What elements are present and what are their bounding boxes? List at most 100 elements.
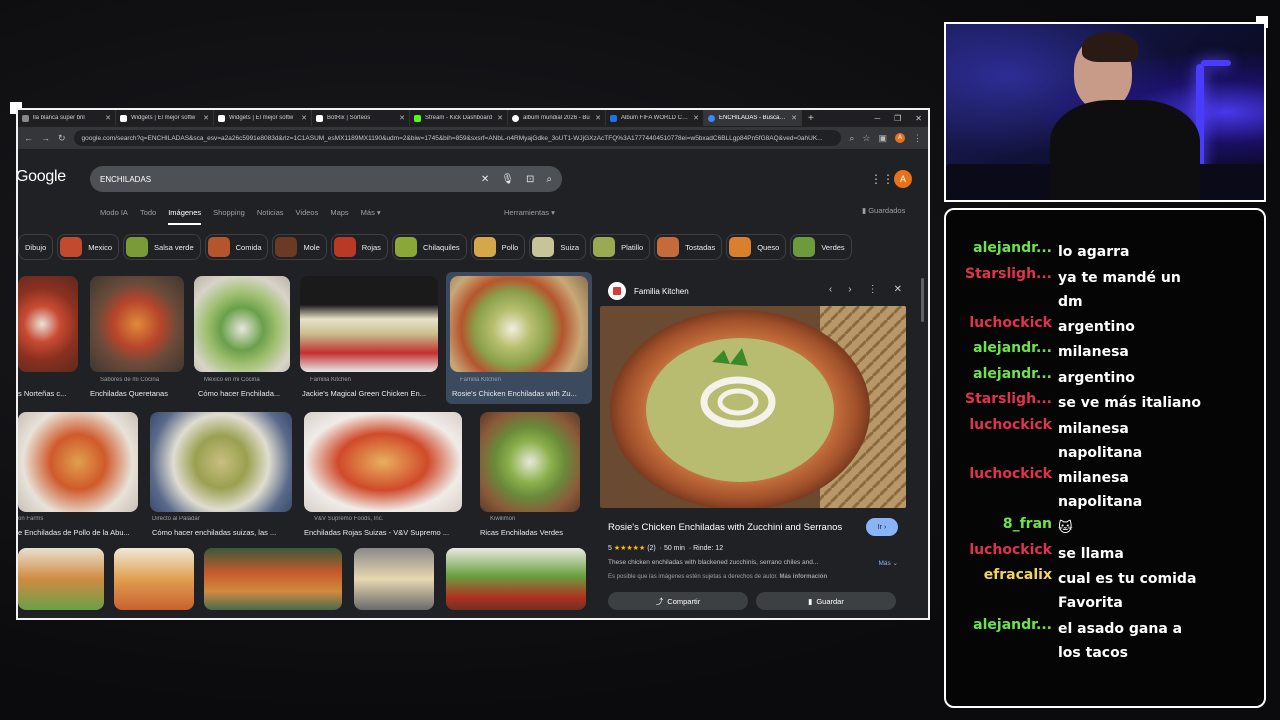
chat-username[interactable]: efracalix [946, 567, 1058, 615]
image-result[interactable] [194, 276, 290, 372]
result-title[interactable]: Ricas Enchiladas Verdes [480, 528, 580, 537]
tab-mas[interactable]: Más ▾ [361, 208, 381, 225]
chat-username[interactable]: alejandr... [946, 240, 1058, 264]
browser-tab[interactable]: Widgets | El mejor softw ✕ [116, 110, 214, 126]
close-icon[interactable]: ✕ [791, 114, 797, 122]
more-options-icon[interactable]: ⋮ [868, 284, 878, 295]
tools-button[interactable]: Herramientas ▾ [504, 208, 555, 217]
google-logo[interactable]: Google [18, 168, 66, 186]
close-icon[interactable]: ✕ [399, 114, 405, 122]
close-icon[interactable]: ✕ [497, 114, 503, 122]
apps-grid-icon[interactable]: ⋮⋮ [870, 172, 894, 186]
tab-modo-ia[interactable]: Modo IA [100, 208, 128, 225]
close-icon[interactable]: ✕ [595, 114, 601, 122]
result-title[interactable]: Cómo hacer enchiladas suizas, las ... [152, 528, 292, 537]
close-icon[interactable]: ✕ [894, 284, 902, 295]
result-title[interactable]: Rosie's Chicken Enchiladas with Zu... [452, 389, 588, 398]
browser-tab[interactable]: lla blanca super bril ✕ [18, 110, 116, 126]
image-result[interactable] [304, 412, 462, 512]
chip[interactable]: Pollo [470, 234, 526, 260]
extensions-icon[interactable]: ▣ [878, 133, 887, 144]
chip[interactable]: Dibujo [18, 234, 54, 260]
image-result[interactable] [90, 276, 184, 372]
more-info-link[interactable]: Más información [779, 574, 827, 580]
image-result[interactable] [446, 548, 586, 610]
image-result[interactable] [150, 412, 292, 512]
close-icon[interactable]: ✕ [105, 114, 111, 122]
more-link[interactable]: Más ⌄ [878, 559, 898, 567]
chat-username[interactable]: Starsligh... [946, 391, 1058, 415]
browser-tab-active[interactable]: ENCHILADAS - Buscar co ✕ [704, 110, 802, 126]
image-result[interactable] [18, 412, 138, 512]
chip[interactable]: Comida [204, 234, 269, 260]
chevron-right-icon[interactable]: › [848, 284, 851, 295]
search-icon[interactable]: ⌕ [546, 174, 552, 185]
result-title[interactable]: e Enchiladas de Pollo de la Abu... [18, 528, 140, 537]
close-window-icon[interactable]: ✕ [915, 114, 922, 123]
chevron-left-icon[interactable]: ‹ [829, 284, 832, 295]
panel-source[interactable]: Familia Kitchen [608, 282, 689, 300]
visit-button[interactable]: Ir › [866, 518, 898, 536]
browser-tab[interactable]: BotRix | Sorteos ✕ [312, 110, 410, 126]
result-title[interactable]: Enchiladas Rojas Suizas - V&V Supremo ..… [304, 528, 462, 537]
chip[interactable]: Mole [272, 234, 327, 260]
image-result[interactable] [204, 548, 342, 610]
image-result[interactable] [18, 548, 104, 610]
profile-avatar[interactable]: A [895, 133, 905, 143]
saved-button[interactable]: ▮ Guardados [862, 206, 905, 215]
close-icon[interactable]: ✕ [203, 114, 209, 122]
chip[interactable]: Platillo [590, 234, 651, 260]
tab-shopping[interactable]: Shopping [213, 208, 245, 225]
chip[interactable]: Mexico [57, 234, 120, 260]
chat-username[interactable]: alejandr... [946, 340, 1058, 364]
tab-videos[interactable]: Videos [296, 208, 319, 225]
browser-tab[interactable]: album mundial 2026 - Bu ✕ [508, 110, 606, 126]
chip[interactable]: Salsa verde [123, 234, 201, 260]
url-field[interactable]: google.com/search?q=ENCHILADAS&sca_esv=a… [73, 130, 842, 146]
tab-imagenes[interactable]: Imágenes [168, 208, 202, 225]
browser-tab[interactable]: Stream - Kick Dashboard ✕ [410, 110, 508, 126]
search-input[interactable]: ENCHILADAS [100, 175, 469, 184]
share-button[interactable]: ⤴ Compartir [608, 592, 748, 610]
clear-icon[interactable]: ✕ [481, 174, 489, 185]
chat-username[interactable]: Starsligh... [946, 266, 1058, 314]
chat-username[interactable]: alejandr... [946, 617, 1058, 665]
close-icon[interactable]: ✕ [301, 114, 307, 122]
chip[interactable]: Suiza [529, 234, 587, 260]
tab-todo[interactable]: Todo [140, 208, 156, 225]
image-result[interactable] [450, 276, 588, 372]
tab-noticias[interactable]: Noticias [257, 208, 284, 225]
close-icon[interactable]: ✕ [693, 114, 699, 122]
preview-image[interactable] [600, 306, 906, 508]
forward-icon[interactable]: → [41, 133, 50, 143]
browser-tab[interactable]: Album FIFA WORLD CUP ✕ [606, 110, 704, 126]
result-title[interactable]: Jackie's Magical Green Chicken En... [302, 389, 438, 398]
image-result[interactable] [300, 276, 438, 372]
zoom-icon[interactable]: ⌕ [849, 133, 854, 144]
minimize-icon[interactable]: ─ [874, 114, 880, 123]
browser-tab[interactable]: Widgets | El mejor softw ✕ [214, 110, 312, 126]
result-title[interactable]: Cómo hacer Enchilada... [198, 389, 294, 398]
image-result[interactable] [354, 548, 434, 610]
chip[interactable]: Tostadas [654, 234, 723, 260]
scrollbar-thumb[interactable] [921, 278, 924, 322]
chat-username[interactable]: luchockick [946, 466, 1058, 514]
google-account-avatar[interactable]: A [894, 170, 912, 188]
microphone-icon[interactable]: 🎙 [501, 174, 514, 185]
tab-maps[interactable]: Maps [330, 208, 348, 225]
result-title[interactable]: s Norteñas c... [18, 389, 78, 398]
chip[interactable]: Verdes [790, 234, 852, 260]
lens-icon[interactable]: ⊡ [526, 174, 534, 185]
menu-kebab-icon[interactable]: ⋮ [913, 133, 922, 144]
image-result[interactable] [18, 276, 78, 372]
reload-icon[interactable]: ↻ [58, 133, 66, 144]
back-icon[interactable]: ← [24, 133, 33, 143]
maximize-icon[interactable]: ❐ [894, 114, 901, 123]
chat-username[interactable]: luchockick [946, 542, 1058, 566]
image-result[interactable] [114, 548, 194, 610]
image-result[interactable] [480, 412, 580, 512]
chip[interactable]: Chilaquiles [391, 234, 467, 260]
chat-username[interactable]: 8_fran [946, 516, 1058, 540]
bookmark-star-icon[interactable]: ☆ [862, 133, 870, 144]
search-box[interactable]: ENCHILADAS ✕ 🎙 ⊡ ⌕ [90, 166, 562, 192]
